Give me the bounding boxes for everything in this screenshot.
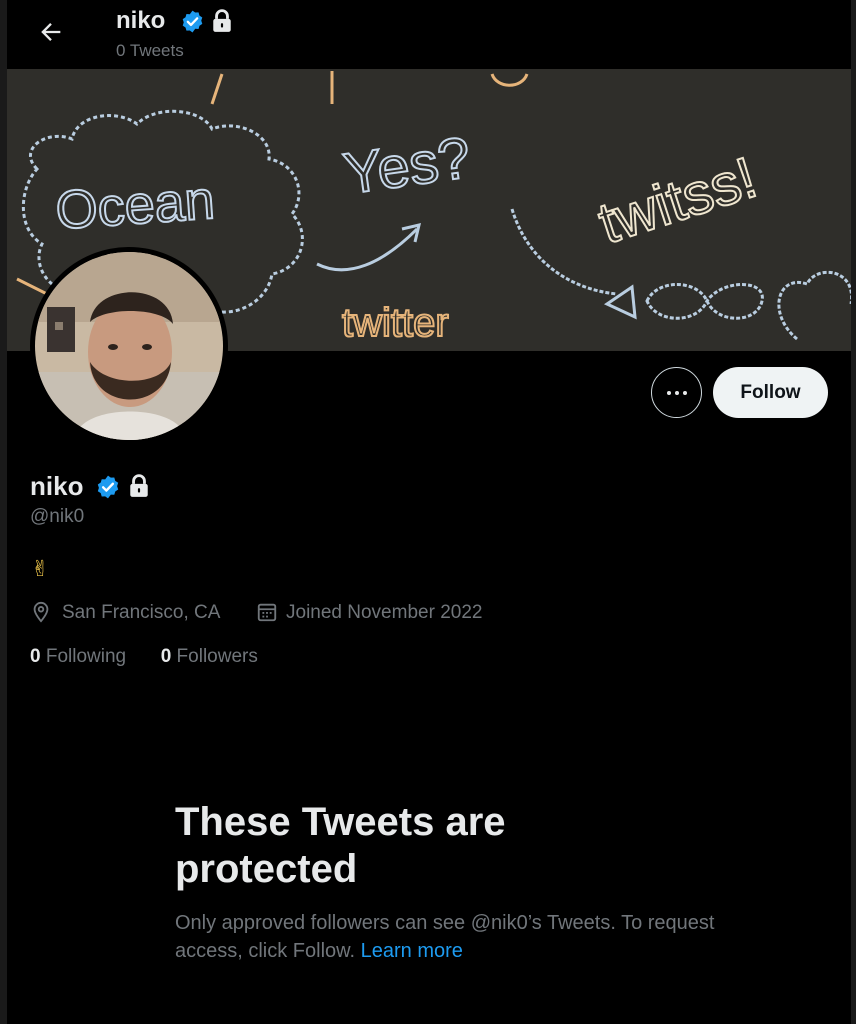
more-dots-icon: [666, 390, 671, 395]
following-label: Following: [40, 646, 127, 667]
more-options-button[interactable]: [651, 367, 702, 418]
followers-label: Followers: [171, 646, 258, 667]
location-pin-icon: [33, 601, 49, 623]
header-profile-name: niko: [116, 7, 166, 34]
lock-icon: [130, 474, 148, 497]
verified-badge-icon: [97, 475, 119, 499]
calendar-icon: [257, 603, 277, 622]
profile-location: San Francisco, CA: [62, 602, 221, 623]
followers-count: 0: [160, 646, 172, 667]
profile-bio: ✌: [31, 556, 50, 581]
follow-button[interactable]: Follow: [713, 367, 828, 418]
app-frame: niko 0 Tweets Ocean Yes? twitss! twitter: [0, 0, 856, 1024]
profile-joined-date: Joined November 2022: [286, 602, 483, 623]
banner-word-ocean: Ocean: [54, 170, 217, 241]
banner-word-twitter: twitter: [342, 301, 449, 345]
window-edge-left: [0, 0, 7, 1024]
following-link[interactable]: 0 Following: [30, 646, 126, 667]
protected-title: These Tweets are protected: [175, 800, 506, 891]
avatar-photo: [35, 252, 223, 440]
follow-counts: 0 Following 0 Followers: [30, 646, 258, 668]
lock-icon: [213, 9, 231, 32]
protected-message: Only approved followers can see @nik0’s …: [175, 909, 715, 965]
profile-name: niko: [30, 471, 84, 501]
profile-avatar[interactable]: [30, 247, 228, 445]
top-bar: niko 0 Tweets: [7, 0, 851, 69]
learn-more-link[interactable]: Learn more: [361, 940, 463, 962]
profile-handle: @nik0: [30, 506, 85, 527]
followers-link[interactable]: 0 Followers: [161, 646, 258, 667]
window-edge-right: [851, 0, 856, 1024]
verified-badge-icon: [182, 10, 203, 33]
header-tweet-count: 0 Tweets: [116, 41, 184, 60]
following-count: 0: [30, 646, 41, 667]
arrow-left-icon[interactable]: [37, 18, 65, 46]
